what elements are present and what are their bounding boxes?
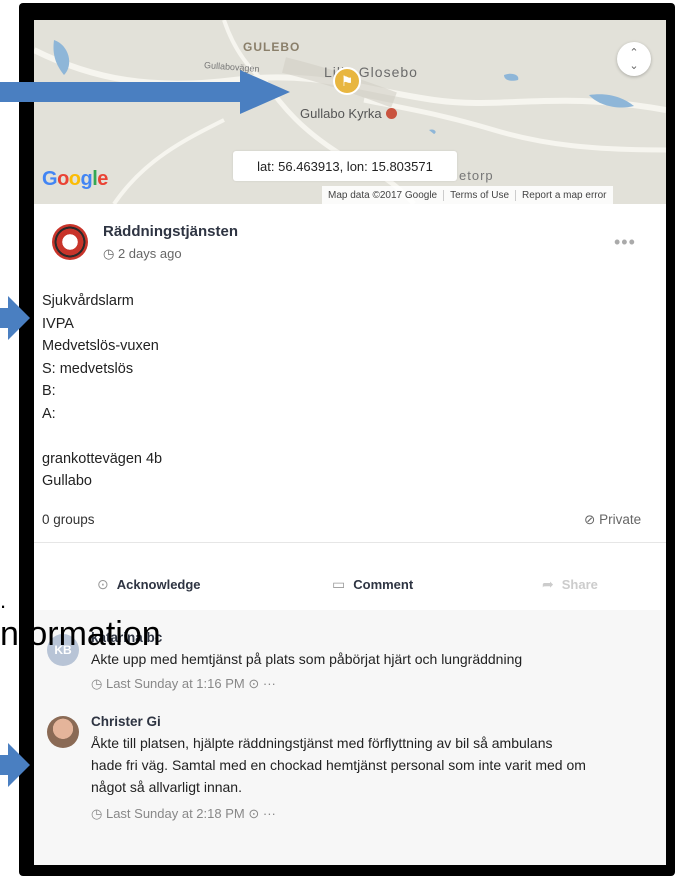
- clock-icon: ◷: [91, 676, 103, 691]
- comment-more-button[interactable]: ···: [263, 806, 276, 821]
- clock-icon: ◷: [91, 806, 103, 821]
- post-line: S: medvetslös: [42, 360, 134, 377]
- post-line: B:: [42, 383, 56, 399]
- comment-line: hade fri väg. Samtal med en chockad hemt…: [91, 757, 586, 773]
- post-card: Räddningstjänsten ◷ 2 days ago ••• Sjukv…: [34, 204, 666, 610]
- comment-more-button[interactable]: ···: [263, 676, 276, 691]
- acknowledge-icon: ⊙: [97, 576, 109, 592]
- comment-time: Last Sunday at 2:18 PM: [105, 806, 245, 821]
- visibility-text: Private: [599, 512, 642, 527]
- comment-time: Last Sunday at 1:16 PM: [105, 676, 245, 691]
- comment-label: Comment: [353, 577, 414, 592]
- map-data-text: Map data ©2017 Google: [328, 189, 438, 201]
- clock-icon: ◷: [103, 246, 115, 261]
- groups-count[interactable]: 0 groups: [42, 512, 95, 527]
- post-line: [42, 425, 162, 448]
- map-label-kyrka: Gullabo Kyrka: [300, 106, 397, 121]
- reaction-icon[interactable]: ⊙: [248, 806, 259, 821]
- post-line: grankottevägen 4b: [42, 450, 163, 467]
- reaction-icon[interactable]: ⊙: [248, 676, 259, 691]
- post-line: A:: [42, 405, 56, 422]
- callout-arrow-comment: [0, 743, 30, 787]
- slide-fragment-dot: .: [0, 588, 7, 613]
- coordinates-label: lat: 56.463913, lon: 15.803571: [233, 151, 457, 181]
- post-line: IVPA: [42, 315, 74, 332]
- comment-meta: ◷ Last Sunday at 2:18 PM ⊙ ···: [91, 806, 276, 822]
- author-avatar[interactable]: [52, 224, 88, 260]
- post-time: ◷ 2 days ago: [103, 246, 182, 262]
- map-label-gulebo: GULEBO: [243, 40, 301, 54]
- comment-button[interactable]: ▭ Comment: [332, 576, 413, 593]
- commenter-avatar[interactable]: [47, 716, 79, 748]
- app-screen: GULEBO Gullabovägen Lilla Glosebo ⚑ Gull…: [34, 20, 666, 865]
- map-label-torp: etorp: [459, 168, 494, 183]
- map-attribution: Map data ©2017 Google Terms of Use Repor…: [322, 186, 613, 204]
- comment-meta: ◷ Last Sunday at 1:16 PM ⊙ ···: [91, 676, 276, 692]
- comment-line: något så allvarligt innan.: [91, 779, 242, 795]
- location-pin-icon[interactable]: ⚑: [333, 67, 361, 95]
- more-options-button[interactable]: •••: [614, 232, 636, 253]
- post-body: Sjukvårdslarm IVPA Medvetslös-vuxen S: m…: [42, 290, 162, 493]
- post-time-text: 2 days ago: [117, 246, 182, 261]
- divider: [34, 542, 666, 543]
- report-map-error-link[interactable]: Report a map error: [515, 189, 612, 201]
- comment-text: Åkte till platsen, hjälpte räddningstjän…: [91, 732, 586, 798]
- eye-slash-icon: ⊘: [584, 512, 596, 527]
- acknowledge-label: Acknowledge: [116, 577, 201, 592]
- comment-icon: ▭: [332, 576, 346, 592]
- post-line: Medvetslös-vuxen: [42, 338, 159, 354]
- google-logo: Google: [42, 168, 108, 190]
- share-button[interactable]: ➦ Share: [542, 576, 598, 593]
- visibility-label: ⊘ Private: [584, 512, 641, 528]
- post-line: Sjukvårdslarm: [42, 293, 134, 309]
- map-label-kyrka-text: Gullabo Kyrka: [300, 106, 382, 121]
- updown-chevron-icon: ⌃ ⌄: [629, 47, 639, 72]
- slide-fragment-word: nformation: [0, 615, 161, 653]
- church-icon: [385, 108, 397, 119]
- acknowledge-button[interactable]: ⊙ Acknowledge: [97, 576, 201, 593]
- callout-arrow-map: [0, 70, 290, 114]
- commenter-name[interactable]: Christer Gi: [91, 714, 161, 729]
- post-line: Gullabo: [42, 473, 92, 489]
- comment-line: Åkte till platsen, hjälpte räddningstjän…: [91, 735, 553, 751]
- terms-link[interactable]: Terms of Use: [443, 189, 515, 201]
- share-label: Share: [561, 577, 598, 592]
- map-toggle-button[interactable]: ⌃ ⌄: [617, 42, 651, 76]
- post-author[interactable]: Räddningstjänsten: [103, 223, 238, 240]
- share-icon: ➦: [542, 576, 554, 592]
- callout-arrow-post: [0, 296, 30, 340]
